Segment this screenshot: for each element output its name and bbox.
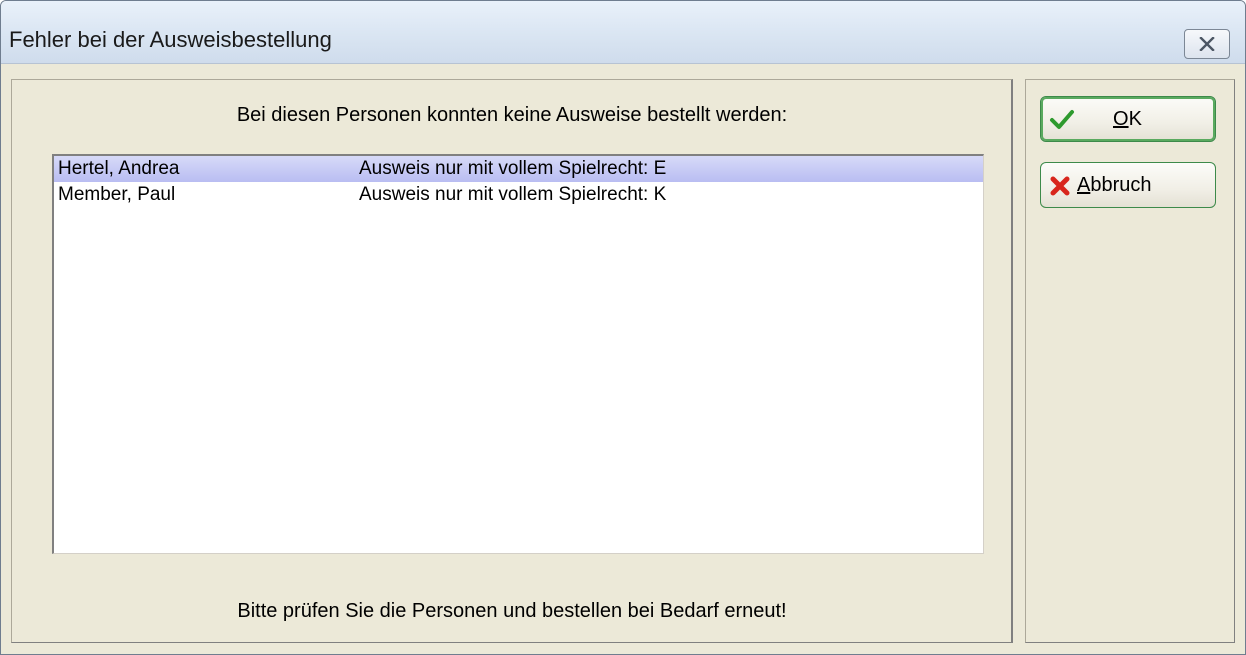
ok-label-rest: K — [1128, 108, 1142, 130]
checkmark-icon — [1050, 110, 1074, 129]
footer-message: Bitte prüfen Sie die Personen und bestel… — [237, 600, 787, 622]
error-reason: Ausweis nur mit vollem Spielrecht: E — [359, 158, 667, 179]
cancel-button-label: Abbruch — [1077, 174, 1152, 197]
button-panel: OK Abbruch — [1025, 79, 1235, 643]
ok-button[interactable]: OK — [1040, 96, 1216, 142]
close-button[interactable] — [1184, 29, 1230, 59]
ok-mnemonic: O — [1113, 108, 1129, 130]
header-message: Bei diesen Personen konnten keine Auswei… — [236, 104, 788, 126]
window-title: Fehler bei der Ausweisbestellung — [9, 27, 332, 52]
cancel-label-rest: bbruch — [1090, 174, 1152, 196]
list-item[interactable]: Hertel, Andrea Ausweis nur mit vollem Sp… — [54, 156, 983, 182]
red-x-icon — [1050, 176, 1070, 196]
person-name: Hertel, Andrea — [58, 158, 180, 179]
person-name: Member, Paul — [58, 184, 176, 205]
cancel-button[interactable]: Abbruch — [1040, 162, 1216, 208]
title-bar[interactable]: Fehler bei der Ausweisbestellung — [1, 1, 1245, 64]
close-icon — [1199, 37, 1215, 51]
list-item[interactable]: Member, Paul Ausweis nur mit vollem Spie… — [54, 182, 983, 208]
error-reason: Ausweis nur mit vollem Spielrecht: K — [359, 184, 667, 205]
ok-button-label: OK — [1113, 108, 1142, 131]
cancel-mnemonic: A — [1077, 174, 1091, 196]
dialog-window: Fehler bei der Ausweisbestellung Bei die… — [0, 0, 1246, 655]
message-panel: Bei diesen Personen konnten keine Auswei… — [11, 79, 1013, 643]
person-listbox[interactable]: Hertel, Andrea Ausweis nur mit vollem Sp… — [52, 154, 984, 554]
